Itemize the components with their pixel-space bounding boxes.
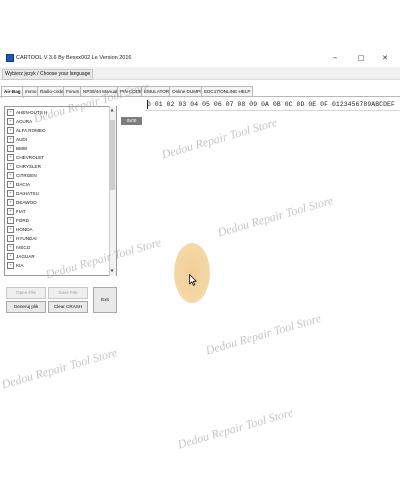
tree-item-label: KIA xyxy=(16,263,24,268)
tree-item-label: FIAT xyxy=(16,209,26,214)
tree-item[interactable]: + BMW xyxy=(7,145,27,153)
tree-item-label: HYUNDAI xyxy=(16,236,37,241)
tree-item[interactable]: + CHRYSLER xyxy=(7,163,41,171)
expand-icon[interactable]: + xyxy=(7,145,14,153)
expand-icon[interactable]: + xyxy=(7,136,14,144)
tree-item-label: CHRYSLER xyxy=(16,164,41,169)
expand-icon[interactable]: + xyxy=(7,163,14,171)
tree-item[interactable]: + FIAT xyxy=(7,208,26,216)
expand-icon[interactable]: + xyxy=(7,172,14,180)
hex-header-divider xyxy=(145,110,400,111)
expand-icon[interactable]: + xyxy=(7,118,14,126)
expand-icon[interactable]: + xyxy=(7,262,14,270)
tree-item[interactable]: + KIA xyxy=(7,262,23,270)
tree-item-label: FORD xyxy=(16,218,30,223)
tree-scrollbar-thumb[interactable] xyxy=(110,120,115,190)
tree-item-label: CITROEN xyxy=(16,173,37,178)
expand-icon[interactable]: + xyxy=(7,244,14,252)
save-file-button[interactable]: Save File xyxy=(48,287,88,299)
expand-icon[interactable]: + xyxy=(7,109,14,117)
tree-item[interactable]: + FORD xyxy=(7,217,29,225)
click-highlight xyxy=(174,243,210,303)
tree-item-label: AUDI xyxy=(16,137,27,142)
window-title: CARTOOL V 3.6 By Bexxx002 Le Version 201… xyxy=(16,55,132,61)
tree-item[interactable]: + IVECO xyxy=(7,244,30,252)
mouse-pointer-icon xyxy=(189,274,197,286)
tree-item-label: HONDA xyxy=(16,227,33,232)
tree-item-label: ACURA xyxy=(16,119,33,124)
tree-item-label: DEAWOO xyxy=(16,200,37,205)
expand-icon[interactable]: + xyxy=(7,253,14,261)
tree-item[interactable]: + CHEVROLET xyxy=(7,154,44,162)
generate-file-button[interactable]: Generuj plik xyxy=(6,301,46,313)
address-label: 0x00 xyxy=(121,117,142,125)
expand-icon[interactable]: + xyxy=(7,154,14,162)
tree-item[interactable]: + DACIA xyxy=(7,181,30,189)
tree-item-label: IVECO xyxy=(16,245,31,250)
app-icon xyxy=(6,54,14,62)
tree-item-label: DAIHATSU xyxy=(16,191,39,196)
tree-item-label: DACIA xyxy=(16,182,31,187)
expand-icon[interactable]: + xyxy=(7,181,14,189)
tree-item[interactable]: + ACURA xyxy=(7,118,32,126)
tree-item[interactable]: + AUDI xyxy=(7,136,27,144)
language-menu[interactable]: Wybierz język / Choose your language xyxy=(2,69,94,80)
clear-crash-button[interactable]: Clear CRASH xyxy=(48,301,88,313)
tree-item[interactable]: + ALFA ROMEO xyxy=(7,127,46,135)
tree-item-label: BMW xyxy=(16,146,28,151)
expand-icon[interactable]: + xyxy=(7,217,14,225)
expand-icon[interactable]: + xyxy=(7,190,14,198)
tree-item-label: CHEVROLET xyxy=(16,155,45,160)
tree-item[interactable]: + HYUNDAI xyxy=(7,235,37,243)
open-file-button[interactable]: Open File xyxy=(6,287,46,299)
brand-tree[interactable]: + AHEN-DUTS H + ACURA + ALFA ROMEO + AUDI + B… xyxy=(4,106,117,276)
text-cursor xyxy=(147,100,148,109)
tree-item[interactable]: + DEAWOO xyxy=(7,199,37,207)
tab-divider xyxy=(0,96,400,97)
exit-button[interactable]: Exit xyxy=(93,287,117,313)
tree-item-label: ALFA ROMEO xyxy=(16,128,46,133)
tree-item[interactable]: + DAIHATSU xyxy=(7,190,39,198)
scroll-down-icon[interactable]: ▼ xyxy=(109,268,115,274)
expand-icon[interactable]: + xyxy=(7,226,14,234)
tree-item-label: JAGUAR xyxy=(16,254,35,259)
expand-icon[interactable]: + xyxy=(7,127,14,135)
scroll-up-icon[interactable]: ▲ xyxy=(109,107,115,113)
close-button[interactable]: ✕ xyxy=(374,51,396,65)
expand-icon[interactable]: + xyxy=(7,199,14,207)
minimize-button[interactable]: – xyxy=(324,51,346,65)
expand-icon[interactable]: + xyxy=(7,208,14,216)
tree-item[interactable]: + CITROEN xyxy=(7,172,37,180)
maximize-button[interactable]: □ xyxy=(350,51,372,65)
tree-item[interactable]: + JAGUAR xyxy=(7,253,35,261)
hex-column-header: 0 01 02 03 04 05 06 07 08 09 0A 0B 0C 0D… xyxy=(147,101,395,108)
tree-item[interactable]: + HONDA xyxy=(7,226,33,234)
expand-icon[interactable]: + xyxy=(7,235,14,243)
